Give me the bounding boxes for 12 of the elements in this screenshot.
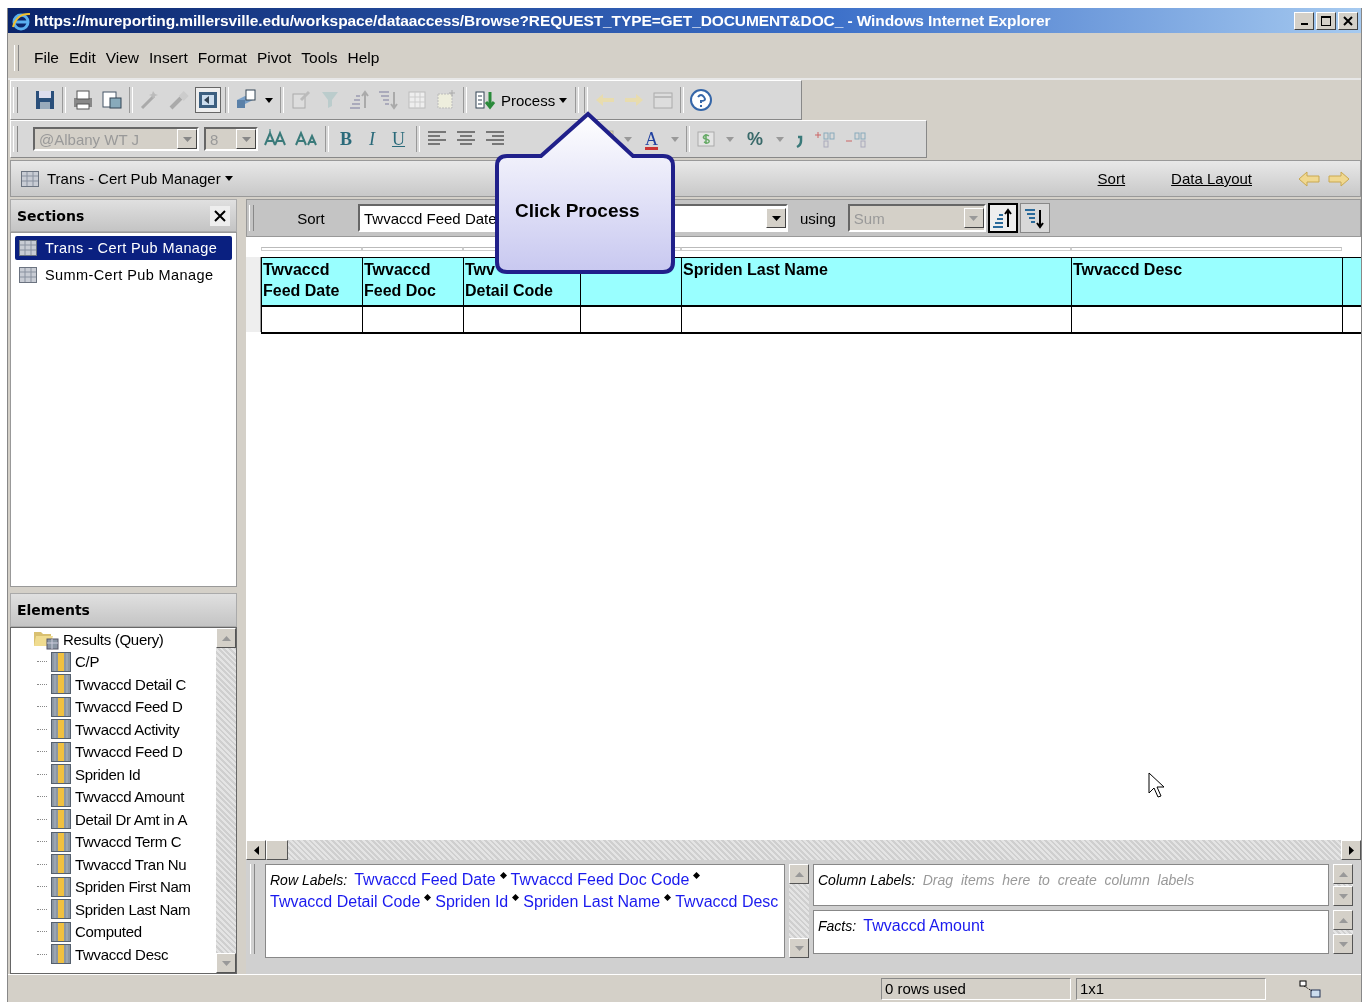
drop-label: Column Labels: [818,872,916,888]
status-text: 1x1 [1076,977,1266,1000]
drop-label: Facts: [818,918,857,934]
sort-label: Sort [296,209,326,227]
placeholder-text: Drag items here to create column labels [922,872,1195,888]
panel-title: Sections [17,207,85,224]
using-label: using [800,209,836,227]
panel-title: Elements [17,602,90,618]
callout-text: Click Process [515,200,640,222]
window-title: https://mureporting.millersville.edu/workspace/dataaccess/Browse?REQUEST_TYPE=GET_DOCUMENT&DOC_ - Windows Internet Explorer [34,11,1051,30]
status-text: 0 rows used [881,977,1071,1000]
drop-label: Row Labels: [270,872,348,888]
